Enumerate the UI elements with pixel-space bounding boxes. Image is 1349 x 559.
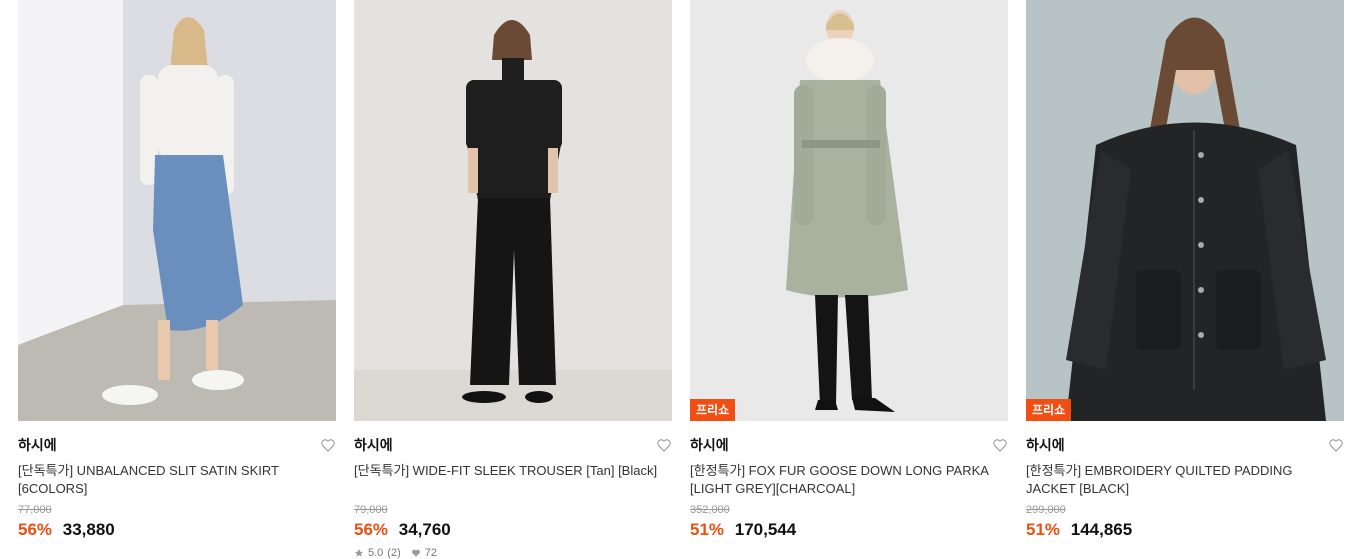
wishlist-heart-icon[interactable]: [1328, 437, 1344, 453]
sale-price: 170,544: [734, 520, 797, 539]
like-count: 72: [424, 547, 437, 559]
brand-name[interactable]: 하시에: [18, 435, 57, 455]
review-count: (2): [387, 547, 401, 559]
brand-name[interactable]: 하시에: [690, 435, 729, 455]
brand-name[interactable]: 하시에: [1026, 435, 1065, 455]
brand-name[interactable]: 하시에: [354, 435, 393, 455]
rating-value: 5.0: [368, 547, 384, 559]
original-price: 299,000: [1026, 504, 1066, 516]
product-image[interactable]: [354, 0, 672, 421]
original-price: 352,000: [690, 504, 730, 516]
discount-rate: 56%: [18, 520, 53, 539]
wishlist-heart-icon[interactable]: [656, 437, 672, 453]
sale-price: 144,865: [1070, 520, 1133, 539]
product-name[interactable]: [한정특가] FOX FUR GOOSE DOWN LONG PARKA [LI…: [690, 462, 1008, 498]
original-price: 79,000: [354, 504, 388, 516]
wishlist-heart-icon[interactable]: [992, 437, 1008, 453]
product-card[interactable]: 하시에 [단독특가] WIDE-FIT SLEEK TROUSER [Tan] …: [354, 0, 672, 559]
product-image[interactable]: 프리쇼: [690, 0, 1008, 421]
preshow-badge: 프리쇼: [1026, 399, 1072, 421]
product-name[interactable]: [단독특가] WIDE-FIT SLEEK TROUSER [Tan] [Bla…: [354, 462, 672, 498]
product-card[interactable]: 프리쇼 하시에 [한정특가] EMBROIDERY QUILTED PADDIN…: [1026, 0, 1344, 559]
sale-price: 34,760: [398, 520, 451, 539]
product-grid: 하시에 [단독특가] UNBALANCED SLIT SATIN SKIRT […: [18, 0, 1344, 559]
review-meta: 5.0 (2) 72: [354, 547, 672, 559]
product-image[interactable]: [18, 0, 336, 421]
discount-rate: 51%: [690, 520, 725, 539]
heart-filled-icon: [411, 549, 420, 557]
discount-rate: 51%: [1026, 520, 1061, 539]
sale-price: 33,880: [62, 520, 115, 539]
star-icon: [354, 548, 364, 557]
product-card[interactable]: 하시에 [단독특가] UNBALANCED SLIT SATIN SKIRT […: [18, 0, 336, 559]
product-card[interactable]: 프리쇼 하시에 [한정특가] FOX FUR GOOSE DOWN LONG P…: [690, 0, 1008, 559]
original-price: 77,000: [18, 504, 52, 516]
product-image[interactable]: 프리쇼: [1026, 0, 1344, 421]
discount-rate: 56%: [354, 520, 389, 539]
product-name[interactable]: [한정특가] EMBROIDERY QUILTED PADDING JACKET…: [1026, 462, 1344, 498]
wishlist-heart-icon[interactable]: [320, 437, 336, 453]
preshow-badge: 프리쇼: [690, 399, 736, 421]
product-name[interactable]: [단독특가] UNBALANCED SLIT SATIN SKIRT [6COL…: [18, 462, 336, 498]
